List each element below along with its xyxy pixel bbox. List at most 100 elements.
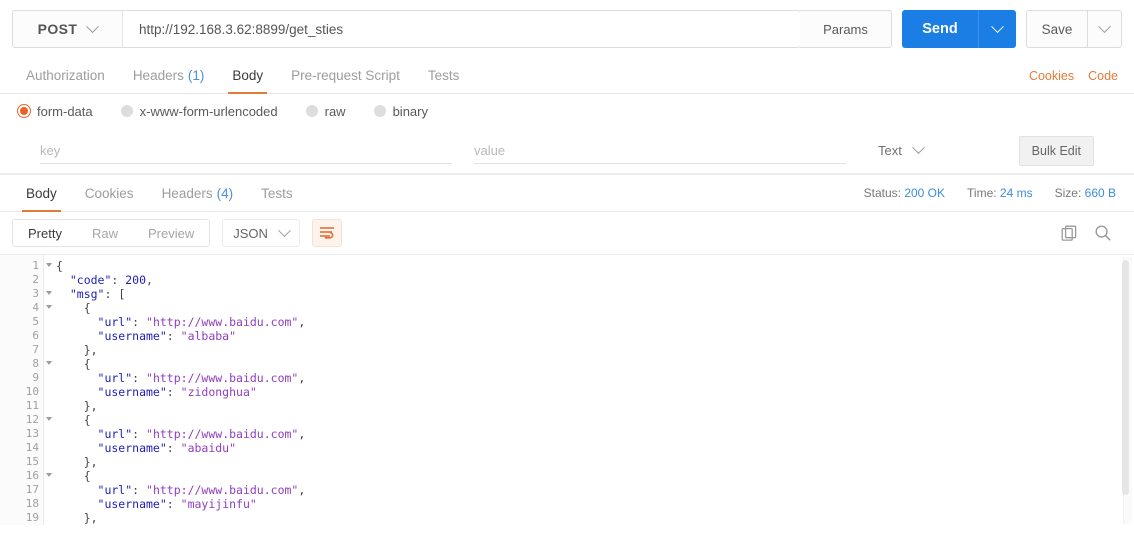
- tab-tests[interactable]: Tests: [414, 58, 474, 93]
- chevron-down-icon: [86, 19, 100, 33]
- send-button[interactable]: Send: [902, 10, 978, 48]
- status-group: Status: 200 OK: [864, 186, 945, 200]
- method-url-group: POST: [12, 10, 801, 48]
- copy-icon: [1061, 225, 1077, 241]
- request-url-input[interactable]: [123, 11, 800, 47]
- code-token: "code": [56, 273, 112, 287]
- tab-label: Cookies: [84, 185, 134, 201]
- save-button[interactable]: Save: [1026, 10, 1088, 48]
- tab-body[interactable]: Body: [218, 58, 277, 94]
- code-token: :: [166, 385, 181, 399]
- code-token: "username": [56, 497, 167, 511]
- radio-form-data[interactable]: form-data: [18, 104, 93, 119]
- code-token: {: [56, 413, 91, 427]
- line-number: 9: [32, 371, 39, 384]
- code-token: "username": [56, 441, 167, 455]
- tab-pre-request-script[interactable]: Pre-request Script: [277, 58, 414, 93]
- radio-button-icon: [120, 105, 133, 117]
- code-line: "msg": [: [56, 287, 1134, 301]
- line-number: 16: [0, 469, 52, 483]
- code-token: },: [56, 511, 98, 525]
- code-line: {: [56, 357, 1134, 371]
- line-number: 10: [25, 385, 39, 398]
- code-token: },: [56, 343, 98, 357]
- code-token: {: [56, 357, 91, 371]
- search-icon: [1095, 225, 1111, 241]
- response-headers-count: (4): [216, 185, 234, 201]
- code-token: {: [56, 301, 91, 315]
- code-token: :: [111, 273, 126, 287]
- form-data-row: Text Bulk Edit: [0, 128, 1134, 174]
- form-data-value-input[interactable]: [474, 137, 846, 164]
- response-tab-cookies[interactable]: Cookies: [71, 175, 148, 211]
- request-url-bar: POST Params Send Save: [0, 0, 1134, 58]
- code-line: },: [56, 343, 1134, 357]
- code-token: },: [56, 455, 98, 469]
- tab-label: Authorization: [26, 68, 105, 83]
- code-token: },: [56, 399, 98, 413]
- code-token: {: [56, 469, 91, 483]
- cookies-link[interactable]: Cookies: [1029, 69, 1074, 83]
- code-token: ,: [298, 427, 306, 441]
- tab-headers[interactable]: Headers (1): [119, 58, 219, 93]
- response-tab-headers[interactable]: Headers (4): [148, 175, 248, 211]
- postman-window: POST Params Send Save Authorization Head…: [0, 0, 1134, 549]
- code-line: {: [56, 301, 1134, 315]
- line-number: 11: [25, 399, 39, 412]
- code-line: "username": "albaba": [56, 329, 1134, 343]
- form-data-type-select[interactable]: Text: [878, 141, 925, 158]
- tab-label: Tests: [427, 68, 460, 83]
- copy-button[interactable]: [1061, 225, 1078, 242]
- view-mode-raw[interactable]: Raw: [76, 220, 133, 246]
- search-button[interactable]: [1094, 224, 1112, 242]
- view-mode-pretty[interactable]: Pretty: [13, 220, 77, 246]
- tab-authorization[interactable]: Authorization: [12, 58, 119, 93]
- code-scrollbar-track[interactable]: [1122, 257, 1132, 524]
- tab-label: Pre-request Script: [291, 68, 400, 83]
- code-token: "zidonghua": [180, 385, 257, 399]
- tab-label: Headers: [161, 185, 213, 201]
- send-options-button[interactable]: [978, 10, 1016, 48]
- chevron-down-icon: [278, 223, 291, 237]
- send-button-group: Send: [902, 10, 1016, 48]
- code-line: "code": 200,: [56, 273, 1134, 287]
- line-number: 2: [32, 273, 39, 286]
- code-link[interactable]: Code: [1088, 69, 1118, 83]
- save-options-button[interactable]: [1088, 10, 1122, 48]
- radio-button-icon: [305, 105, 318, 117]
- code-line: "username": "abaidu": [56, 441, 1134, 455]
- code-scrollbar-thumb[interactable]: [1122, 260, 1129, 495]
- line-number: 4: [0, 301, 52, 315]
- code-token: "http://www.baidu.com": [146, 315, 299, 329]
- line-number: 15: [25, 455, 39, 468]
- response-tab-body[interactable]: Body: [12, 175, 71, 212]
- params-button[interactable]: Params: [800, 10, 892, 48]
- code-token: "http://www.baidu.com": [146, 371, 299, 385]
- radio-label: form-data: [37, 103, 93, 119]
- headers-count: (1): [187, 68, 205, 83]
- radio-button-icon: [18, 105, 30, 117]
- radio-binary[interactable]: binary: [373, 104, 428, 119]
- radio-button-icon: [373, 105, 386, 117]
- word-wrap-toggle[interactable]: [311, 219, 342, 247]
- form-data-key-input[interactable]: [40, 137, 452, 164]
- http-method-selector[interactable]: POST: [13, 11, 123, 47]
- code-token: :: [166, 441, 181, 455]
- line-number: 6: [32, 329, 39, 342]
- chevron-down-icon: [911, 141, 925, 155]
- response-tabs: Body Cookies Headers (4) Tests Status: 2…: [0, 174, 1134, 212]
- chevron-down-icon: [1098, 19, 1111, 33]
- request-tabs: Authorization Headers (1) Body Pre-reque…: [0, 58, 1134, 94]
- response-body-code[interactable]: { "code": 200, "msg": [ { "url": "http:/…: [44, 255, 1134, 525]
- response-tab-tests[interactable]: Tests: [247, 175, 307, 211]
- view-mode-preview[interactable]: Preview: [132, 220, 210, 246]
- bulk-edit-button[interactable]: Bulk Edit: [1018, 135, 1094, 166]
- code-token: : [: [104, 287, 126, 301]
- code-token: :: [132, 483, 147, 497]
- code-token: "url": [56, 427, 133, 441]
- radio-x-www-form-urlencoded[interactable]: x-www-form-urlencoded: [120, 104, 278, 119]
- radio-raw[interactable]: raw: [305, 104, 346, 119]
- body-type-radio-group: form-data x-www-form-urlencoded raw bina…: [0, 94, 1134, 128]
- response-format-select[interactable]: JSON: [222, 219, 300, 247]
- request-tab-links: Cookies Code: [1029, 58, 1122, 93]
